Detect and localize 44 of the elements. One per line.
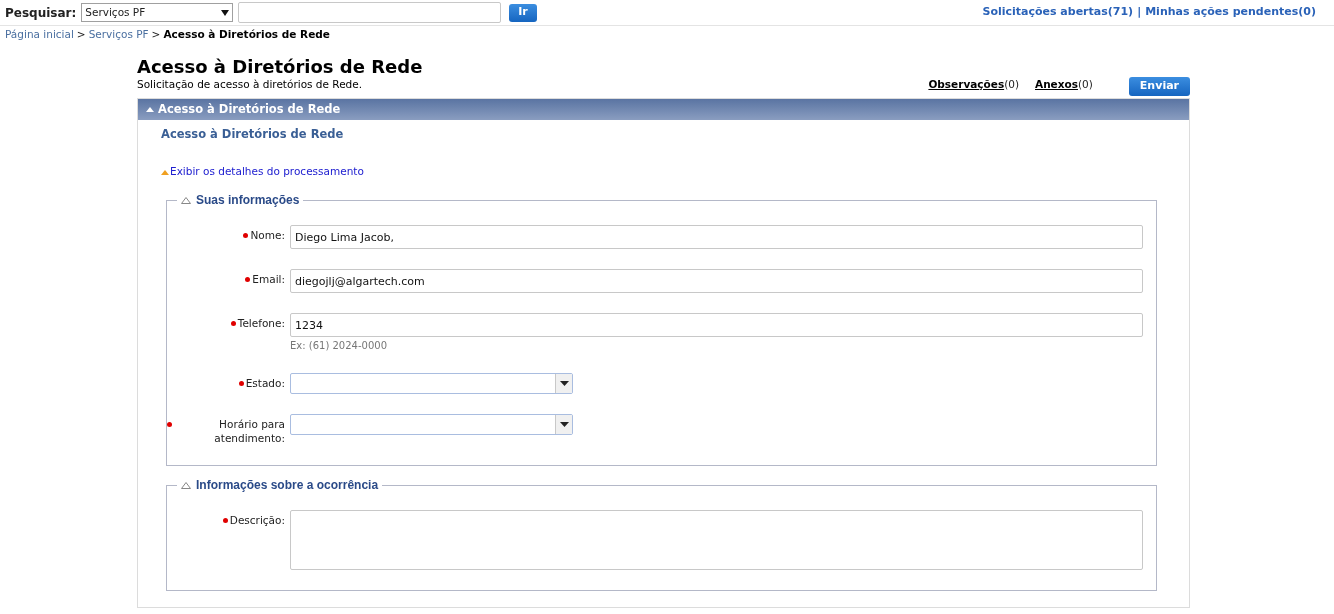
breadcrumb-separator: > <box>151 27 161 43</box>
panel-header[interactable]: Acesso à Diretórios de Rede <box>138 99 1189 120</box>
field-hint: Ex: (61) 2024-0000 <box>290 339 388 353</box>
text-field[interactable]: Diego Lima Jacob, <box>290 225 1143 249</box>
dropdown-field[interactable] <box>290 414 573 435</box>
caret-down-icon <box>559 422 569 427</box>
breadcrumb-link[interactable]: Página inicial <box>5 27 74 43</box>
field-label: Estado: <box>245 376 285 390</box>
details-link[interactable]: Exibir os detalhes do processamento <box>161 164 364 180</box>
caret-down-icon <box>221 9 230 16</box>
text-field[interactable]: 1234 <box>290 313 1143 337</box>
panel-subtitle: Acesso à Diretórios de Rede <box>161 126 345 143</box>
field-label: Descrição: <box>229 513 285 527</box>
breadcrumb-separator: > <box>76 27 86 43</box>
triangle-up-icon <box>181 196 191 204</box>
search-field[interactable] <box>238 2 502 23</box>
submit-button[interactable]: Enviar <box>1128 77 1190 96</box>
caret-down-icon <box>559 381 569 386</box>
text-field[interactable]: diegojlj@algartech.com <box>290 269 1143 293</box>
dropdown-field[interactable] <box>290 373 573 394</box>
breadcrumb-link[interactable]: Serviços PF <box>88 27 149 43</box>
go-button[interactable]: Ir <box>509 3 537 22</box>
triangle-up-icon <box>146 107 154 112</box>
triangle-up-icon <box>161 169 169 175</box>
count-label: (0) <box>1004 77 1019 93</box>
scope-dropdown[interactable]: Serviços PF <box>81 3 234 22</box>
field-label: Telefone: <box>237 316 285 330</box>
search-label: Pesquisar: <box>5 4 77 22</box>
header-link[interactable]: Anexos <box>1035 77 1078 93</box>
page-subtitle: Solicitação de acesso à diretórios de Rede. <box>137 77 363 93</box>
separator: | <box>1137 4 1142 21</box>
page-title: Acesso à Diretórios de Rede <box>137 55 424 79</box>
field-label: Nome: <box>250 228 285 242</box>
count-label: (0) <box>1078 77 1093 93</box>
header-link[interactable]: Minhas ações pendentes(0) <box>1145 4 1316 21</box>
field-label: Horário para atendimento: <box>213 417 285 445</box>
breadcrumb-current: Acesso à Diretórios de Rede <box>163 27 330 43</box>
field-label: Email: <box>252 272 285 286</box>
triangle-up-icon <box>181 481 191 489</box>
header-link[interactable]: Solicitações abertas(71) <box>982 4 1134 21</box>
header-link[interactable]: Observações <box>928 77 1005 93</box>
section-toggle[interactable]: Suas informações <box>177 191 304 209</box>
text-area[interactable] <box>290 510 1143 570</box>
section-toggle[interactable]: Informações sobre a ocorrência <box>177 476 383 494</box>
